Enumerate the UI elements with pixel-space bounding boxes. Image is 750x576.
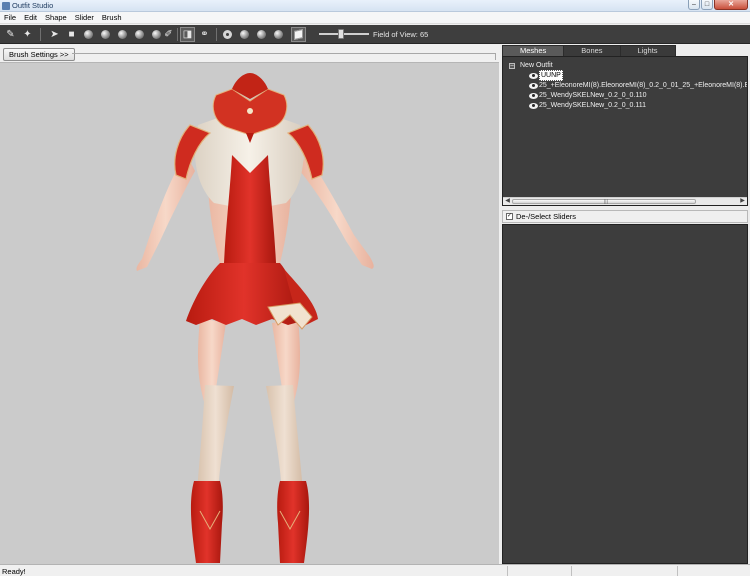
menu-bar: File Edit Shape Slider Brush — [0, 12, 750, 24]
menu-brush[interactable]: Brush — [98, 12, 126, 24]
close-button[interactable]: ✕ — [714, 0, 748, 10]
scrollbar-grip-icon: ||| — [604, 199, 608, 205]
window-title: Outfit Studio — [12, 1, 54, 10]
eye-icon[interactable] — [529, 72, 538, 79]
lighting-cube-icon[interactable] — [291, 27, 306, 42]
link-icon[interactable]: ⚭ — [197, 27, 212, 42]
transform-tool-icon[interactable]: ✦ — [20, 27, 35, 42]
tab-meshes[interactable]: Meshes — [502, 45, 565, 56]
pointer-icon[interactable]: ➤ — [47, 27, 62, 42]
status-text: Ready! — [2, 567, 26, 576]
tree-root[interactable]: – New Outfit — [509, 61, 553, 70]
fov-slider-track[interactable] — [319, 33, 369, 35]
scroll-left-icon[interactable]: ◀ — [503, 198, 512, 205]
brush-settings-button[interactable]: Brush Settings >> — [3, 48, 75, 61]
maximize-button[interactable]: □ — [701, 0, 713, 10]
cube-icon[interactable]: ■ — [64, 27, 79, 42]
app-icon — [2, 2, 10, 10]
tree-item-label: 25_+EleonoreMI(8).EleonoreMI(8)_0.2_0_01… — [539, 82, 748, 89]
collar-jewel — [247, 108, 253, 114]
tree-item-wendy-110[interactable]: 25_WendySKELNew_0.2_0_0.110 — [529, 91, 647, 100]
eye-icon[interactable] — [529, 102, 538, 109]
title-bar: Outfit Studio – □ ✕ — [0, 0, 750, 12]
vertex-point-icon[interactable] — [220, 27, 235, 42]
deflate-brush-icon[interactable] — [98, 27, 113, 42]
left-stocking — [197, 385, 234, 495]
sphere-icon[interactable] — [254, 27, 269, 42]
left-boot — [190, 481, 223, 563]
menu-file[interactable]: File — [0, 12, 20, 24]
menu-edit[interactable]: Edit — [20, 12, 41, 24]
toolbar-separator — [216, 28, 217, 41]
status-separator — [677, 566, 678, 576]
right-boot — [277, 481, 310, 563]
tree-item-eleonore[interactable]: 25_+EleonoreMI(8).EleonoreMI(8)_0.2_0_01… — [529, 81, 748, 90]
fov-slider-thumb[interactable] — [338, 29, 344, 39]
collapse-icon[interactable]: – — [509, 62, 515, 69]
tree-item-label: UUNP — [539, 70, 563, 81]
sliders-header: ✓ De-/Select Sliders — [502, 210, 748, 223]
tree-item-uunp[interactable]: UUNP — [529, 70, 563, 81]
tree-root-label: New Outfit — [520, 62, 553, 69]
select-tool-icon[interactable]: ✎ — [3, 27, 18, 42]
mesh-tree: – New Outfit UUNP 25_+EleonoreMI(8).Eleo… — [502, 56, 748, 206]
scrollbar-thumb[interactable]: ||| — [512, 199, 696, 205]
sliders-header-label: De-/Select Sliders — [516, 212, 577, 221]
outfit-studio-window: Outfit Studio – □ ✕ File Edit Shape Slid… — [0, 0, 750, 576]
inflate-brush-icon[interactable] — [81, 27, 96, 42]
tab-lights[interactable]: Lights — [619, 45, 676, 56]
minimize-button[interactable]: – — [688, 0, 700, 10]
sphere-icon[interactable] — [271, 27, 286, 42]
eye-icon[interactable] — [529, 92, 538, 99]
menu-shape[interactable]: Shape — [41, 12, 71, 24]
menu-slider[interactable]: Slider — [71, 12, 98, 24]
eye-icon[interactable] — [529, 82, 538, 89]
status-separator — [507, 566, 508, 576]
right-pane: Meshes Bones Lights – New Outfit UUNP 25… — [500, 45, 750, 564]
tab-bones[interactable]: Bones — [563, 45, 621, 56]
fov-label: Field of View: 65 — [373, 30, 429, 39]
move-brush-icon[interactable] — [115, 27, 130, 42]
brush-settings-bar: Brush Settings >> — [0, 45, 499, 63]
select-sliders-checkbox[interactable]: ✓ — [506, 213, 513, 220]
status-bar: Ready! — [0, 564, 750, 576]
scroll-right-icon[interactable]: ▶ — [738, 198, 747, 205]
brush-settings-divider — [72, 53, 496, 60]
sphere-icon[interactable] — [237, 27, 252, 42]
model-render — [136, 73, 374, 563]
status-separator — [571, 566, 572, 576]
slider-list — [502, 224, 748, 564]
panel-tabs: Meshes Bones Lights — [502, 45, 676, 56]
toolbar-separator — [177, 28, 178, 41]
tree-horizontal-scrollbar[interactable]: ◀ ||| ▶ — [503, 197, 747, 205]
right-stocking — [266, 385, 303, 495]
tree-item-label: 25_WendySKELNew_0.2_0_0.110 — [539, 92, 647, 99]
brush-pen-icon[interactable]: ✐ — [161, 27, 176, 42]
vertex-edit-icon[interactable]: ◨ — [180, 27, 195, 42]
smooth-brush-icon[interactable] — [132, 27, 147, 42]
3d-viewport[interactable] — [0, 63, 499, 564]
toolbar-separator — [40, 28, 41, 41]
tree-item-wendy-111[interactable]: 25_WendySKELNew_0.2_0_0.111 — [529, 101, 646, 110]
left-pane: Brush Settings >> — [0, 45, 499, 564]
tree-item-label: 25_WendySKELNew_0.2_0_0.111 — [539, 102, 647, 109]
